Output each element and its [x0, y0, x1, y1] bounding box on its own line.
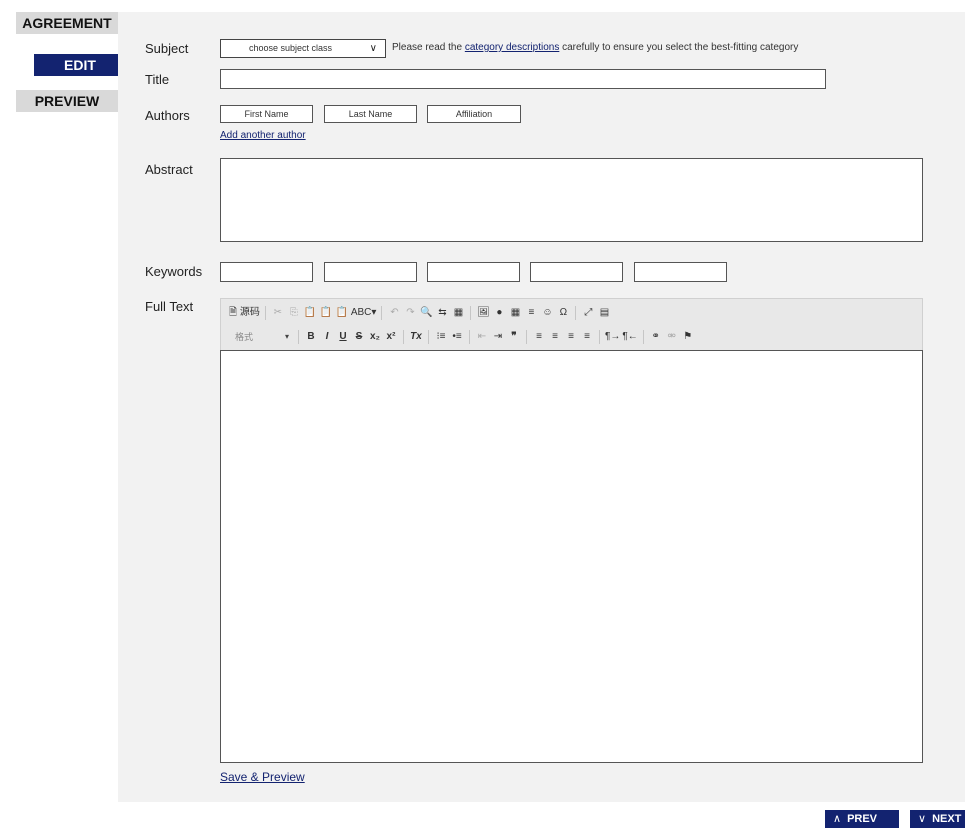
horizontal-rule-icon[interactable]: ≡ [524, 305, 538, 321]
caret-down-icon: ▾ [284, 332, 289, 341]
paste-word-icon[interactable]: 📋 [335, 305, 349, 321]
toolbar-divider [298, 330, 299, 344]
redo-icon[interactable]: ↷ [403, 305, 417, 321]
keyword-input[interactable] [427, 262, 520, 282]
first-name-field[interactable]: First Name [220, 105, 313, 123]
toolbar-divider [575, 306, 577, 320]
align-center-icon[interactable]: ≡ [548, 329, 562, 345]
chevron-up-icon: ∧ [833, 813, 842, 825]
italic-button[interactable]: I [320, 329, 334, 345]
smiley-icon[interactable]: ☺ [540, 305, 554, 321]
full-text-label: Full Text [145, 299, 194, 314]
chevron-down-icon: ∨ [918, 813, 927, 825]
select-all-icon[interactable]: ▦ [451, 305, 465, 321]
editor-toolbar: 🗎 源码 ✂ ⎘ 📋 📋 📋 ABC▾ ↶ ↷ 🔍 ⇆ ▦ 🖼 ● ▦ ≡ ☺ … [220, 298, 923, 350]
strike-button[interactable]: S [352, 329, 366, 345]
image-icon[interactable]: 🖼 [476, 305, 490, 321]
special-char-icon[interactable]: Ω [556, 305, 570, 321]
subscript-button[interactable]: x₂ [368, 329, 382, 345]
authors-label: Authors [145, 108, 190, 123]
save-preview-link[interactable]: Save & Preview [220, 770, 305, 784]
unlink-icon[interactable]: ⚮ [665, 329, 679, 345]
last-name-field[interactable]: Last Name [324, 105, 417, 123]
toolbar-divider [599, 330, 600, 344]
next-label: NEXT [932, 813, 962, 825]
step-preview[interactable]: PREVIEW [16, 90, 118, 112]
table-icon[interactable]: ▦ [508, 305, 522, 321]
subject-note: Please read the category descriptions ca… [392, 42, 798, 53]
flash-icon[interactable]: ● [492, 305, 506, 321]
prev-label: PREV [847, 813, 878, 825]
subject-note-after: carefully to ensure you select the best-… [559, 42, 799, 53]
toolbar-divider [469, 330, 470, 344]
next-button[interactable]: ∨ NEXT [910, 810, 965, 828]
toolbar-divider [381, 306, 383, 320]
title-input[interactable] [220, 69, 826, 89]
keyword-input[interactable] [324, 262, 417, 282]
keyword-input[interactable] [220, 262, 313, 282]
remove-format-button[interactable]: Tx [409, 329, 423, 345]
undo-icon[interactable]: ↶ [387, 305, 401, 321]
toolbar-divider [470, 306, 472, 320]
toolbar-divider [428, 330, 429, 344]
toolbar-divider [526, 330, 527, 344]
bold-button[interactable]: B [304, 329, 318, 345]
bulleted-list-icon[interactable]: •≡ [450, 329, 464, 345]
full-text-editor[interactable] [220, 350, 923, 763]
toolbar-divider [264, 306, 266, 320]
replace-icon[interactable]: ⇆ [435, 305, 449, 321]
superscript-button[interactable]: x² [384, 329, 398, 345]
paste-text-icon[interactable]: 📋 [319, 305, 333, 321]
link-icon[interactable]: ⚭ [649, 329, 663, 345]
keyword-input[interactable] [634, 262, 727, 282]
abstract-textarea[interactable] [220, 158, 923, 242]
find-icon[interactable]: 🔍 [419, 305, 433, 321]
category-descriptions-link[interactable]: category descriptions [465, 42, 560, 53]
toolbar-row-1: 🗎 源码 ✂ ⎘ 📋 📋 📋 ABC▾ ↶ ↷ 🔍 ⇆ ▦ 🖼 ● ▦ ≡ ☺ … [229, 303, 613, 323]
show-blocks-icon[interactable]: ▤ [597, 305, 611, 321]
title-label: Title [145, 72, 170, 87]
toolbar-row-2: 格式 ▾ B I U S x₂ x² Tx ⁝≡ •≡ ⇤ ⇥ ❞ ≡ ≡ ≡ ≡… [229, 327, 697, 347]
underline-button[interactable]: U [336, 329, 350, 345]
submission-form: Subject choose subject class ∨ Please re… [118, 12, 965, 802]
indent-icon[interactable]: ⇥ [491, 329, 505, 345]
abstract-label: Abstract [145, 162, 193, 177]
paste-icon[interactable]: 📋 [303, 305, 317, 321]
align-right-icon[interactable]: ≡ [564, 329, 578, 345]
spellcheck-icon[interactable]: ABC▾ [351, 305, 377, 321]
toolbar-divider [642, 330, 644, 344]
rtl-icon[interactable]: ¶← [622, 329, 637, 345]
chevron-down-icon: ∨ [369, 43, 377, 54]
keywords-label: Keywords [145, 264, 203, 279]
keyword-input[interactable] [530, 262, 623, 282]
subject-class-select[interactable]: choose subject class ∨ [220, 39, 386, 58]
blockquote-icon[interactable]: ❞ [507, 329, 521, 345]
align-left-icon[interactable]: ≡ [532, 329, 546, 345]
align-justify-icon[interactable]: ≡ [580, 329, 594, 345]
ltr-icon[interactable]: ¶→ [605, 329, 620, 345]
format-select[interactable]: 格式 ▾ [229, 329, 293, 345]
step-agreement[interactable]: AGREEMENT [16, 12, 118, 34]
subject-note-before: Please read the [392, 42, 465, 53]
numbered-list-icon[interactable]: ⁝≡ [434, 329, 448, 345]
subject-label: Subject [145, 41, 189, 56]
cut-icon[interactable]: ✂ [271, 305, 285, 321]
add-author-link[interactable]: Add another author [220, 130, 306, 141]
subject-select-value: choose subject class [249, 43, 333, 53]
anchor-flag-icon[interactable]: ⚑ [681, 329, 695, 345]
step-edit[interactable]: EDIT [34, 54, 126, 76]
outdent-icon[interactable]: ⇤ [475, 329, 489, 345]
affiliation-field[interactable]: Affiliation [427, 105, 521, 123]
source-button[interactable]: 🗎 源码 [229, 305, 260, 321]
copy-icon[interactable]: ⎘ [287, 305, 301, 321]
maximize-icon[interactable]: ⤢ [581, 305, 595, 321]
format-select-value: 格式 [235, 332, 254, 342]
toolbar-divider [403, 330, 404, 344]
prev-button[interactable]: ∧ PREV [825, 810, 899, 828]
